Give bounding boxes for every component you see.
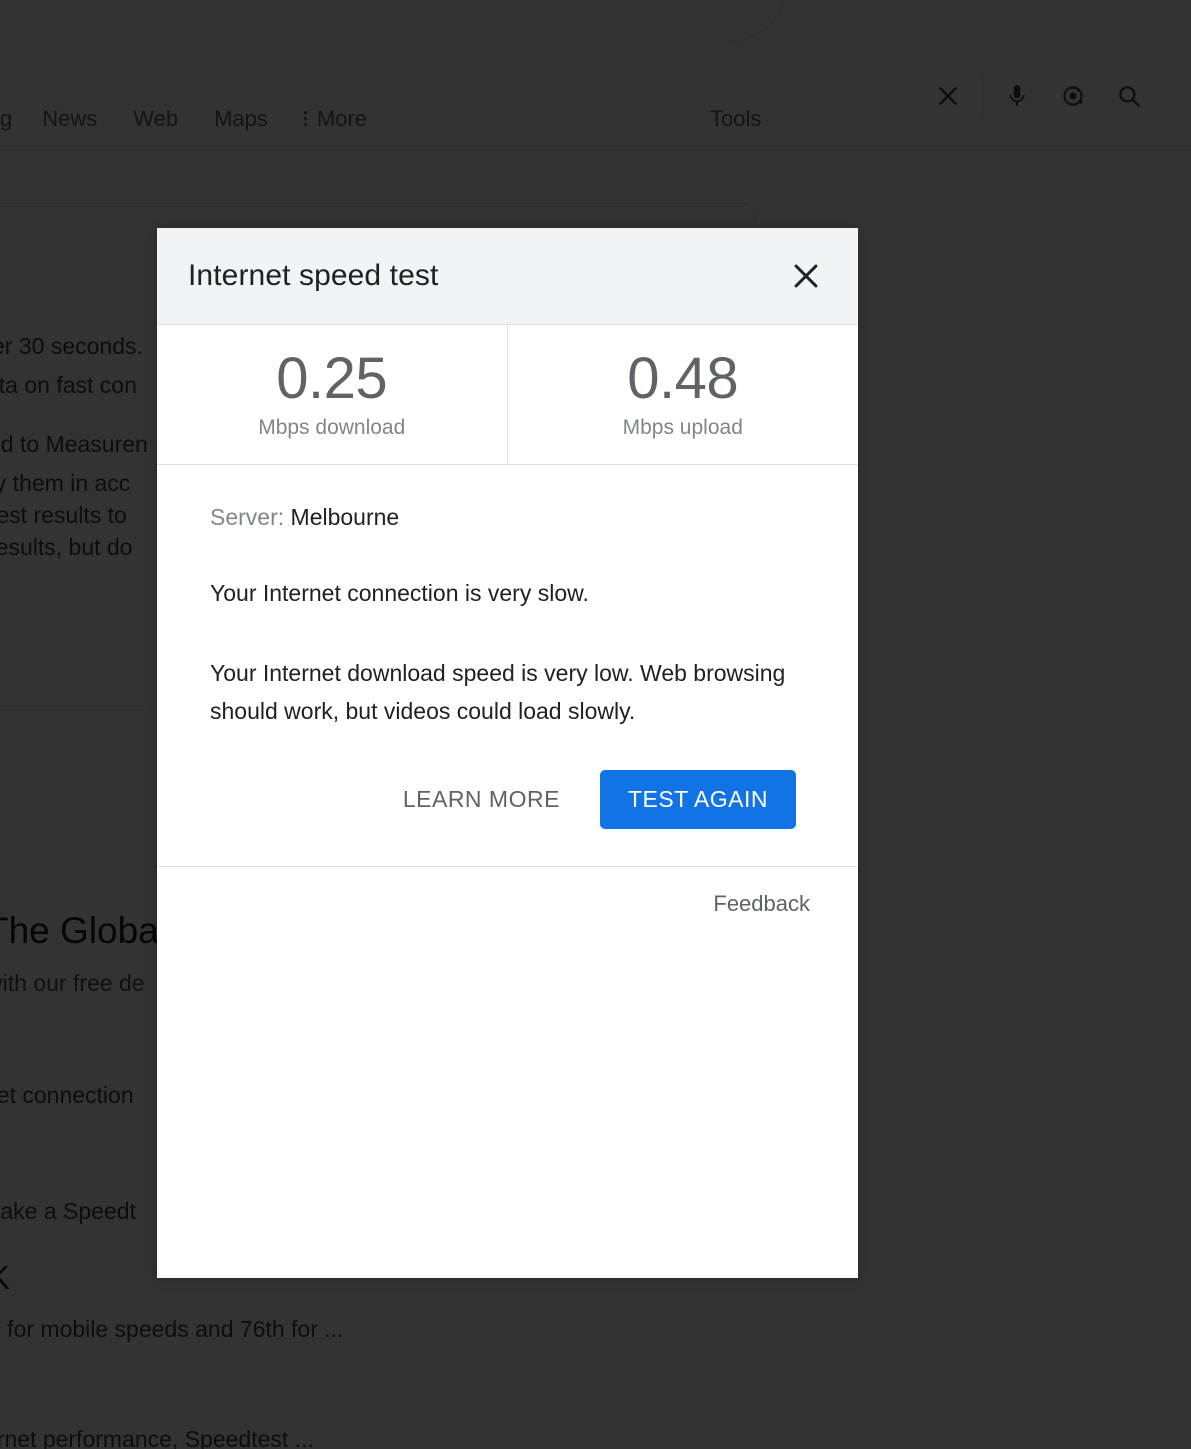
learn-more-button[interactable]: LEARN MORE xyxy=(381,772,582,827)
download-speed-cell: 0.25 Mbps download xyxy=(157,325,508,464)
server-value: Melbourne xyxy=(290,504,400,530)
download-speed-value: 0.25 xyxy=(276,346,388,411)
close-button[interactable] xyxy=(780,250,832,302)
server-label: Server: xyxy=(210,504,285,530)
dialog-title: Internet speed test xyxy=(188,259,439,292)
dialog-actions: LEARN MORE TEST AGAIN xyxy=(157,760,858,838)
speed-results-row: 0.25 Mbps download 0.48 Mbps upload xyxy=(157,325,858,465)
upload-speed-value: 0.48 xyxy=(627,346,739,411)
connection-detail: Your Internet download speed is very low… xyxy=(210,660,786,724)
dialog-footer: Feedback xyxy=(157,866,858,917)
download-speed-label: Mbps download xyxy=(258,416,406,439)
close-icon xyxy=(789,259,823,293)
server-line: Server: Melbourne xyxy=(210,502,806,532)
upload-speed-label: Mbps upload xyxy=(622,416,743,439)
connection-summary: Your Internet connection is very slow. xyxy=(210,580,589,606)
upload-speed-cell: 0.48 Mbps upload xyxy=(508,325,859,464)
dialog-body: Server: Melbourne Your Internet connecti… xyxy=(157,465,858,760)
dialog-empty-space xyxy=(157,917,858,1278)
feedback-link[interactable]: Feedback xyxy=(713,891,810,916)
dialog-header: Internet speed test xyxy=(157,228,858,325)
internet-speed-test-dialog: Internet speed test 0.25 Mbps download 0… xyxy=(157,228,858,1278)
test-again-button[interactable]: TEST AGAIN xyxy=(599,769,796,829)
